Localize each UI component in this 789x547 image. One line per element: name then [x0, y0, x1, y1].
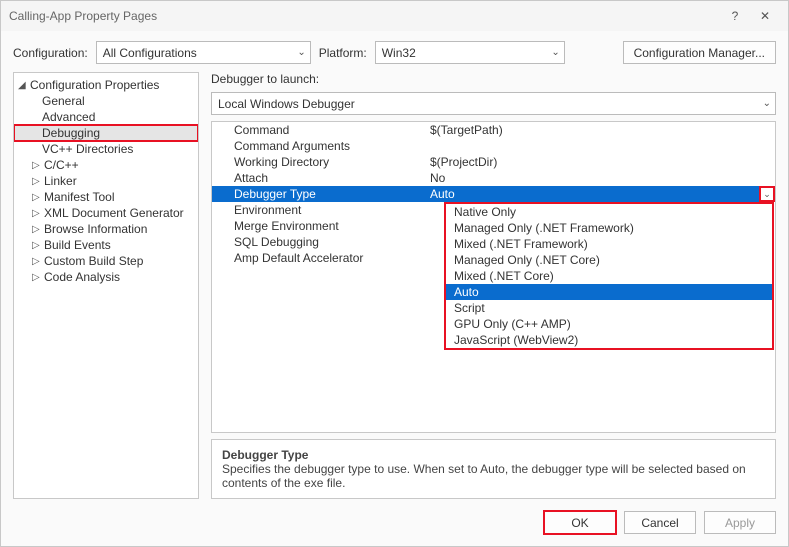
- description-title: Debugger Type: [222, 448, 765, 462]
- dropdown-option[interactable]: Script: [446, 300, 772, 316]
- grid-prop-name: Environment: [212, 202, 422, 218]
- config-row: Configuration: All Configurations ⌄ Plat…: [1, 31, 788, 72]
- grid-prop-value[interactable]: Auto⌄: [422, 186, 775, 202]
- platform-label: Platform:: [319, 46, 367, 60]
- grid-prop-value[interactable]: $(TargetPath): [422, 122, 775, 138]
- grid-row-command-arguments[interactable]: Command Arguments: [212, 138, 775, 154]
- chevron-down-icon: ⌄: [297, 47, 305, 58]
- tree-root-label: Configuration Properties: [30, 78, 159, 92]
- dropdown-option[interactable]: GPU Only (C++ AMP): [446, 316, 772, 332]
- titlebar: Calling-App Property Pages ? ✕: [1, 1, 788, 31]
- configuration-label: Configuration:: [13, 46, 88, 60]
- tree-item-browse-information[interactable]: ▷Browse Information: [14, 221, 198, 237]
- window-title: Calling-App Property Pages: [9, 9, 720, 23]
- tree-item-manifest-tool[interactable]: ▷Manifest Tool: [14, 189, 198, 205]
- grid-prop-name: Working Directory: [212, 154, 422, 170]
- dropdown-option[interactable]: Managed Only (.NET Framework): [446, 220, 772, 236]
- tree-item-c-c-[interactable]: ▷C/C++: [14, 157, 198, 173]
- configuration-manager-button[interactable]: Configuration Manager...: [623, 41, 776, 64]
- tree-view[interactable]: ◢ Configuration Properties General Advanc…: [13, 72, 199, 499]
- grid-prop-name: SQL Debugging: [212, 234, 422, 250]
- arrow-expand-icon: ▷: [32, 256, 44, 267]
- tree-item-debugging[interactable]: Debugging: [14, 125, 198, 141]
- arrow-expand-icon: ▷: [32, 224, 44, 235]
- help-icon[interactable]: ?: [720, 9, 750, 23]
- description-text: Specifies the debugger type to use. When…: [222, 462, 765, 490]
- tree-item-label: XML Document Generator: [44, 206, 184, 220]
- tree-item-label: Code Analysis: [44, 270, 120, 284]
- debugger-launch-value: Local Windows Debugger: [218, 97, 355, 111]
- tree-item-general[interactable]: General: [14, 93, 198, 109]
- tree-item-label: Browse Information: [44, 222, 147, 236]
- tree-item-label: Linker: [44, 174, 77, 188]
- configuration-value: All Configurations: [103, 46, 197, 60]
- arrow-expand-icon: ▷: [32, 240, 44, 251]
- tree-item-label: VC++ Directories: [42, 142, 133, 156]
- dialog-footer: OK Cancel Apply: [1, 511, 788, 546]
- tree-item-label: Build Events: [44, 238, 111, 252]
- dropdown-option[interactable]: Native Only: [446, 204, 772, 220]
- arrow-expand-icon: ▷: [32, 208, 44, 219]
- grid-prop-name: Command Arguments: [212, 138, 422, 154]
- tree-item-label: Debugging: [42, 126, 100, 140]
- configuration-manager-label: Configuration Manager...: [634, 46, 765, 60]
- dropdown-option[interactable]: Mixed (.NET Framework): [446, 236, 772, 252]
- property-grid: Command$(TargetPath)Command ArgumentsWor…: [211, 121, 776, 433]
- tree-item-label: Custom Build Step: [44, 254, 143, 268]
- cancel-button[interactable]: Cancel: [624, 511, 696, 534]
- grid-prop-value[interactable]: No: [422, 170, 775, 186]
- dropdown-option[interactable]: JavaScript (WebView2): [446, 332, 772, 348]
- tree-item-build-events[interactable]: ▷Build Events: [14, 237, 198, 253]
- grid-prop-name: Amp Default Accelerator: [212, 250, 422, 266]
- grid-row-command[interactable]: Command$(TargetPath): [212, 122, 775, 138]
- grid-prop-name: Attach: [212, 170, 422, 186]
- grid-prop-name: Merge Environment: [212, 218, 422, 234]
- tree-item-code-analysis[interactable]: ▷Code Analysis: [14, 269, 198, 285]
- platform-combo[interactable]: Win32 ⌄: [375, 41, 565, 64]
- tree-item-advanced[interactable]: Advanced: [14, 109, 198, 125]
- tree-item-custom-build-step[interactable]: ▷Custom Build Step: [14, 253, 198, 269]
- chevron-down-icon: ⌄: [763, 98, 771, 109]
- arrow-expand-icon: ▷: [32, 160, 44, 171]
- tree-item-label: C/C++: [44, 158, 79, 172]
- configuration-combo[interactable]: All Configurations ⌄: [96, 41, 311, 64]
- description-pane: Debugger Type Specifies the debugger typ…: [211, 439, 776, 499]
- arrow-expand-icon: ▷: [32, 176, 44, 187]
- tree-item-label: Advanced: [42, 110, 95, 124]
- grid-prop-value[interactable]: $(ProjectDir): [422, 154, 775, 170]
- grid-prop-name: Debugger Type: [212, 186, 422, 202]
- grid-prop-value[interactable]: [422, 138, 775, 154]
- debugger-launch-combo[interactable]: Local Windows Debugger ⌄: [211, 92, 776, 115]
- platform-value: Win32: [382, 46, 416, 60]
- chevron-down-icon: ⌄: [551, 47, 559, 58]
- tree-item-label: Manifest Tool: [44, 190, 114, 204]
- apply-button[interactable]: Apply: [704, 511, 776, 534]
- arrow-collapse-icon: ◢: [18, 80, 30, 91]
- arrow-expand-icon: ▷: [32, 272, 44, 283]
- grid-prop-name: Command: [212, 122, 422, 138]
- dropdown-button[interactable]: ⌄: [759, 186, 775, 202]
- tree-item-label: General: [42, 94, 85, 108]
- ok-button[interactable]: OK: [544, 511, 616, 534]
- tree-item-xml-document-generator[interactable]: ▷XML Document Generator: [14, 205, 198, 221]
- dropdown-option[interactable]: Managed Only (.NET Core): [446, 252, 772, 268]
- tree-item-vc-directories[interactable]: VC++ Directories: [14, 141, 198, 157]
- grid-row-debugger-type[interactable]: Debugger TypeAuto⌄: [212, 186, 775, 202]
- arrow-expand-icon: ▷: [32, 192, 44, 203]
- debugger-type-dropdown[interactable]: Native OnlyManaged Only (.NET Framework)…: [444, 202, 774, 350]
- tree-root[interactable]: ◢ Configuration Properties: [14, 77, 198, 93]
- tree-item-linker[interactable]: ▷Linker: [14, 173, 198, 189]
- grid-row-working-directory[interactable]: Working Directory$(ProjectDir): [212, 154, 775, 170]
- close-icon[interactable]: ✕: [750, 9, 780, 23]
- debugger-launch-label: Debugger to launch:: [211, 72, 776, 86]
- dropdown-option[interactable]: Mixed (.NET Core): [446, 268, 772, 284]
- property-pages-window: Calling-App Property Pages ? ✕ Configura…: [0, 0, 789, 547]
- dropdown-option[interactable]: Auto: [446, 284, 772, 300]
- grid-row-attach[interactable]: AttachNo: [212, 170, 775, 186]
